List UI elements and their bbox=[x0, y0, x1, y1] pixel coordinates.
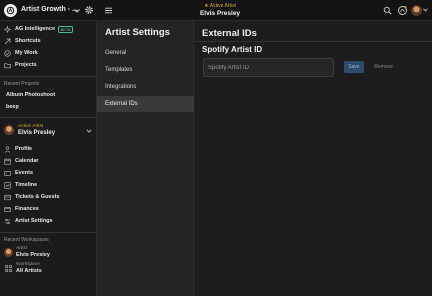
star-icon: ★ bbox=[204, 3, 209, 9]
save-button[interactable]: Save bbox=[344, 61, 364, 73]
settings-icon bbox=[4, 218, 11, 225]
divider bbox=[0, 117, 97, 118]
user-avatar[interactable] bbox=[411, 5, 422, 16]
workspace-item-artist[interactable]: Artist Elvis Presley bbox=[4, 246, 94, 260]
notifications-icon[interactable] bbox=[397, 5, 408, 16]
recent-workspaces-label: Recent Workspaces bbox=[4, 237, 49, 243]
main-panel: External IDs Spotify Artist ID Save Remo… bbox=[195, 21, 432, 296]
recent-project-item[interactable]: beep bbox=[6, 104, 19, 110]
sidebar-item-label: My Work bbox=[15, 50, 38, 56]
workspace-grid-icon bbox=[4, 264, 13, 273]
recent-project-item[interactable]: Album Photoshoot bbox=[6, 92, 55, 98]
recent-projects-label: Recent Projects bbox=[4, 81, 40, 87]
app-logo-icon[interactable] bbox=[4, 4, 17, 17]
section-title: Spotify Artist ID bbox=[202, 45, 263, 54]
menu-icon[interactable] bbox=[104, 6, 113, 15]
sparkle-icon bbox=[4, 25, 11, 33]
workspace-name: Elvis Presley bbox=[16, 252, 50, 258]
top-bar: Artist Growth - ... ★ Active Artist Elvi… bbox=[0, 0, 432, 21]
beta-badge: BETA bbox=[58, 25, 74, 33]
workspace-kicker: Artist bbox=[16, 246, 27, 251]
sidebar: AG Intelligence BETA Shortcuts My Work P… bbox=[0, 21, 97, 296]
person-icon bbox=[4, 146, 11, 153]
settings-nav-item-templates[interactable]: Templates bbox=[97, 62, 194, 78]
settings-nav-item-external-ids[interactable]: External IDs bbox=[97, 96, 194, 112]
remove-button[interactable]: Remove bbox=[369, 61, 398, 73]
sidebar-item-ag-intelligence[interactable]: AG Intelligence BETA bbox=[4, 24, 74, 34]
search-icon[interactable] bbox=[383, 6, 392, 15]
sidebar-item-label: Projects bbox=[15, 62, 37, 68]
gear-icon[interactable] bbox=[84, 5, 94, 15]
active-artist-name: Elvis Presley bbox=[18, 130, 56, 136]
timeline-icon bbox=[4, 181, 11, 189]
sidebar-item-shortcuts[interactable]: Shortcuts bbox=[4, 36, 41, 46]
sidebar-item-label: Tickets & Guests bbox=[15, 194, 60, 200]
sidebar-item-artist-settings[interactable]: Artist Settings bbox=[4, 216, 53, 226]
sidebar-item-calendar[interactable]: Calendar bbox=[4, 156, 39, 166]
sidebar-item-projects[interactable]: Projects bbox=[4, 60, 37, 70]
guests-icon bbox=[4, 194, 11, 201]
app-title[interactable]: Artist Growth - ... bbox=[21, 6, 78, 13]
workspace-kicker: Workspace bbox=[16, 262, 40, 267]
sidebar-item-label: AG Intelligence bbox=[15, 26, 56, 32]
settings-nav: Artist Settings General Templates Integr… bbox=[97, 21, 194, 296]
check-circle-icon bbox=[4, 49, 11, 57]
workspace-name: All Artists bbox=[16, 268, 42, 274]
settings-nav-item-general[interactable]: General bbox=[97, 45, 194, 61]
sidebar-item-label: Events bbox=[15, 170, 34, 176]
folder-icon bbox=[4, 62, 11, 69]
chevron-down-icon[interactable] bbox=[86, 128, 92, 134]
finances-icon bbox=[4, 206, 11, 213]
sidebar-item-events[interactable]: Events bbox=[4, 168, 33, 178]
sidebar-item-timeline[interactable]: Timeline bbox=[4, 180, 37, 190]
sidebar-item-label: Finances bbox=[15, 206, 39, 212]
shortcut-icon bbox=[4, 38, 11, 45]
sidebar-item-profile[interactable]: Profile bbox=[4, 144, 32, 154]
sidebar-item-label: Profile bbox=[15, 146, 33, 152]
settings-nav-title: Artist Settings bbox=[105, 27, 170, 38]
page-title: External IDs bbox=[202, 28, 257, 39]
divider bbox=[0, 232, 97, 233]
sidebar-item-label: Shortcuts bbox=[15, 38, 41, 44]
artist-avatar bbox=[4, 125, 14, 135]
calendar-icon bbox=[4, 158, 11, 165]
sidebar-item-my-work[interactable]: My Work bbox=[4, 48, 38, 58]
workspace-item-all-artists[interactable]: Workspace All Artists bbox=[4, 262, 94, 276]
active-artist-card[interactable]: Active Artist Elvis Presley bbox=[4, 124, 94, 138]
sidebar-item-finances[interactable]: Finances bbox=[4, 204, 39, 214]
active-artist-kicker: Active Artist bbox=[209, 3, 236, 9]
sidebar-item-label: Calendar bbox=[15, 158, 39, 164]
divider bbox=[195, 41, 432, 42]
artist-avatar-icon bbox=[4, 248, 13, 257]
spotify-artist-id-input[interactable] bbox=[203, 58, 334, 77]
active-artist-kicker: Active Artist bbox=[18, 124, 44, 129]
chevron-down-icon[interactable] bbox=[73, 6, 81, 15]
ticket-icon bbox=[4, 170, 11, 177]
active-artist-name: Elvis Presley bbox=[199, 10, 241, 17]
active-artist-header[interactable]: ★ Active Artist Elvis Presley bbox=[175, 3, 265, 17]
settings-nav-item-integrations[interactable]: Integrations bbox=[97, 79, 194, 95]
divider bbox=[0, 76, 97, 77]
sidebar-item-label: Artist Settings bbox=[15, 218, 53, 224]
sidebar-item-label: Timeline bbox=[15, 182, 38, 188]
sidebar-item-tickets-guests[interactable]: Tickets & Guests bbox=[4, 192, 60, 202]
chevron-down-icon[interactable] bbox=[423, 8, 428, 13]
